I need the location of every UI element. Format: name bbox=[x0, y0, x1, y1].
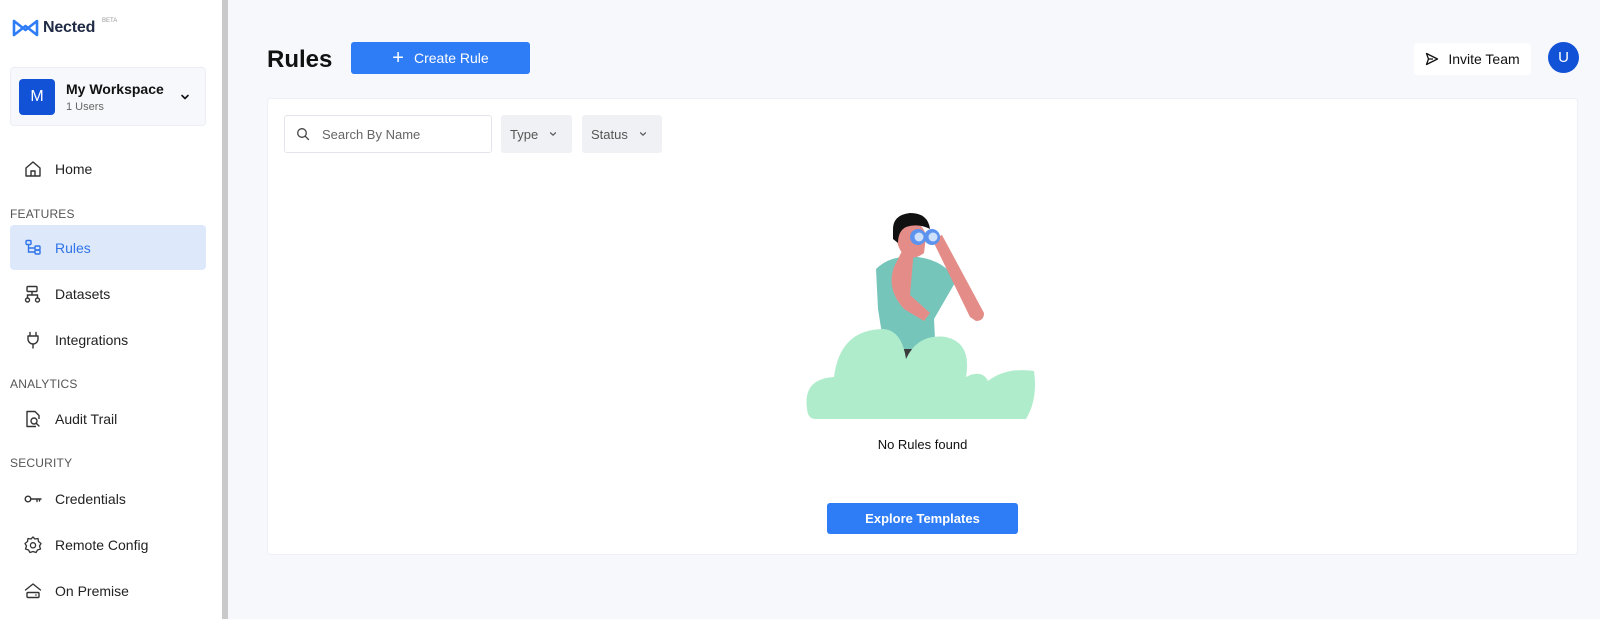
section-label-analytics: ANALYTICS bbox=[10, 377, 78, 391]
page-title: Rules bbox=[267, 46, 333, 73]
key-icon bbox=[23, 489, 43, 509]
section-label-features: FEATURES bbox=[10, 207, 75, 221]
sidebar-item-label: Rules bbox=[55, 239, 91, 256]
create-rule-label: Create Rule bbox=[413, 50, 489, 66]
workspace-switcher[interactable]: M My Workspace 1 Users bbox=[10, 67, 206, 126]
type-filter-label: Type bbox=[510, 126, 539, 142]
sidebar-item-on-premise[interactable]: On Premise bbox=[10, 568, 206, 613]
sidebar-item-datasets[interactable]: Datasets bbox=[10, 271, 206, 316]
nected-logo-icon bbox=[12, 19, 39, 37]
workspace-name: My Workspace bbox=[66, 80, 164, 97]
sidebar-item-label: Remote Config bbox=[55, 536, 149, 553]
sidebar-item-remote-config[interactable]: Remote Config bbox=[10, 522, 206, 567]
send-icon bbox=[1425, 52, 1439, 66]
status-filter-label: Status bbox=[591, 126, 628, 142]
sidebar-scrollbar[interactable] bbox=[222, 0, 228, 619]
status-filter-dropdown[interactable]: Status bbox=[582, 115, 662, 153]
section-label-security: SECURITY bbox=[10, 456, 73, 470]
sidebar-item-audit-trail[interactable]: Audit Trail bbox=[10, 396, 206, 441]
search-input[interactable] bbox=[322, 126, 472, 142]
sidebar-item-rules[interactable]: Rules bbox=[10, 225, 206, 270]
type-filter-dropdown[interactable]: Type bbox=[501, 115, 572, 153]
sidebar-item-label: Audit Trail bbox=[55, 410, 118, 427]
empty-state-binoculars-illustration bbox=[806, 213, 1035, 419]
search-box[interactable] bbox=[284, 115, 492, 153]
invite-team-label: Invite Team bbox=[1448, 51, 1520, 67]
chevron-down-icon bbox=[638, 129, 648, 139]
on-premise-icon bbox=[23, 581, 43, 601]
brand-logo[interactable]: Nected BETA bbox=[12, 18, 117, 38]
sidebar: Nected BETA M My Workspace 1 Users Home … bbox=[0, 0, 222, 619]
empty-state-message: No Rules found bbox=[877, 437, 968, 452]
sidebar-item-label: On Premise bbox=[55, 582, 129, 599]
plug-icon bbox=[23, 330, 43, 350]
search-icon bbox=[296, 127, 310, 141]
workspace-avatar: M bbox=[19, 78, 55, 115]
plus-icon: + bbox=[392, 47, 404, 69]
beta-badge: BETA bbox=[102, 18, 118, 24]
user-avatar[interactable]: U bbox=[1548, 42, 1579, 73]
remote-config-icon bbox=[23, 535, 43, 555]
sidebar-item-integrations[interactable]: Integrations bbox=[10, 317, 206, 362]
audit-trail-icon bbox=[23, 409, 43, 429]
rules-list-card: Type Status No Rules found Explore Templ… bbox=[267, 98, 1578, 555]
datasets-icon bbox=[23, 284, 43, 304]
chevron-down-icon bbox=[181, 94, 189, 99]
explore-templates-button[interactable]: Explore Templates bbox=[827, 503, 1018, 534]
workspace-users-count: 1 Users bbox=[66, 100, 104, 113]
sidebar-item-home[interactable]: Home bbox=[10, 146, 206, 191]
invite-team-button[interactable]: Invite Team bbox=[1414, 43, 1531, 75]
sidebar-item-label: Home bbox=[55, 160, 93, 177]
sidebar-item-label: Integrations bbox=[55, 331, 129, 348]
sidebar-item-label: Credentials bbox=[55, 490, 126, 507]
create-rule-button[interactable]: + Create Rule bbox=[351, 42, 530, 74]
home-icon bbox=[23, 159, 43, 179]
rules-icon bbox=[23, 238, 43, 258]
sidebar-item-credentials[interactable]: Credentials bbox=[10, 476, 206, 521]
sidebar-item-label: Datasets bbox=[55, 285, 111, 302]
chevron-down-icon bbox=[548, 129, 558, 139]
brand-name: Nected bbox=[43, 19, 96, 36]
